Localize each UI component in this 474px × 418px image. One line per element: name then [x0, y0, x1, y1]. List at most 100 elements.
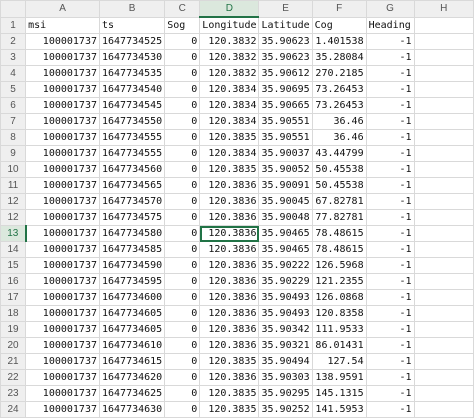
- cell-a[interactable]: 100001737: [25, 321, 100, 338]
- cell-a[interactable]: 100001737: [25, 305, 100, 322]
- cell-d[interactable]: 120.3832: [199, 33, 260, 50]
- cell-h[interactable]: [413, 16, 474, 34]
- cell-e[interactable]: 35.90229: [258, 273, 313, 290]
- cell-a[interactable]: 100001737: [25, 241, 100, 258]
- cell-b[interactable]: 1647734555: [98, 145, 166, 162]
- cell-e[interactable]: 35.90052: [258, 161, 313, 178]
- cell-c[interactable]: 0: [164, 289, 201, 306]
- cell-e[interactable]: 35.90321: [258, 337, 313, 354]
- cell-e[interactable]: 35.90048: [258, 209, 313, 226]
- column-header-e[interactable]: E: [258, 0, 313, 18]
- cell-a[interactable]: 100001737: [25, 81, 100, 98]
- row-header[interactable]: 13: [0, 225, 27, 242]
- cell-h[interactable]: [413, 129, 474, 146]
- cell-b[interactable]: 1647734535: [98, 65, 166, 82]
- row-header[interactable]: 23: [0, 385, 27, 402]
- cell-f[interactable]: 78.48615: [311, 241, 367, 258]
- row-header[interactable]: 5: [0, 81, 27, 98]
- cell-a[interactable]: 100001737: [25, 369, 100, 386]
- cell-b[interactable]: 1647734540: [98, 81, 166, 98]
- cell-c[interactable]: 0: [164, 129, 201, 146]
- cell-f[interactable]: 111.9533: [311, 321, 367, 338]
- cell-d[interactable]: 120.3834: [199, 113, 260, 130]
- cell-h[interactable]: [413, 353, 474, 370]
- row-header[interactable]: 21: [0, 353, 27, 370]
- cell-c[interactable]: 0: [164, 385, 201, 402]
- cell-g[interactable]: -1: [365, 81, 415, 98]
- cell-g[interactable]: -1: [365, 113, 415, 130]
- cell-g[interactable]: -1: [365, 209, 415, 226]
- cell-f[interactable]: 126.5968: [311, 257, 367, 274]
- cell-d[interactable]: 120.3836: [199, 289, 260, 306]
- cell-b[interactable]: 1647734620: [98, 369, 166, 386]
- cell-c[interactable]: 0: [164, 369, 201, 386]
- cell-d[interactable]: 120.3836: [199, 209, 260, 226]
- cell-a[interactable]: 100001737: [25, 65, 100, 82]
- cell-e[interactable]: 35.90222: [258, 257, 313, 274]
- cell-a[interactable]: 100001737: [25, 113, 100, 130]
- cell-g[interactable]: -1: [365, 193, 415, 210]
- row-header[interactable]: 24: [0, 401, 27, 418]
- cell-b[interactable]: 1647734600: [98, 289, 166, 306]
- cell-c[interactable]: 0: [164, 177, 201, 194]
- cell-g[interactable]: -1: [365, 241, 415, 258]
- cell-d[interactable]: 120.3836: [199, 321, 260, 338]
- cell-b[interactable]: 1647734605: [98, 321, 166, 338]
- row-header[interactable]: 16: [0, 273, 27, 290]
- cell-c[interactable]: 0: [164, 161, 201, 178]
- cell-h[interactable]: [413, 161, 474, 178]
- cell-e[interactable]: 35.90551: [258, 129, 313, 146]
- cell-g[interactable]: -1: [365, 97, 415, 114]
- cell-f[interactable]: 126.0868: [311, 289, 367, 306]
- cell-e[interactable]: 35.90665: [258, 97, 313, 114]
- cell-e[interactable]: 35.90303: [258, 369, 313, 386]
- cell-f[interactable]: 36.46: [311, 113, 367, 130]
- row-header[interactable]: 11: [0, 177, 27, 194]
- cell-d[interactable]: Longitude: [199, 16, 260, 34]
- cell-f[interactable]: 121.2355: [311, 273, 367, 290]
- cell-g[interactable]: -1: [365, 257, 415, 274]
- cell-g[interactable]: -1: [365, 337, 415, 354]
- cell-c[interactable]: 0: [164, 97, 201, 114]
- column-header-g[interactable]: G: [365, 0, 415, 18]
- cell-b[interactable]: 1647734580: [98, 225, 166, 242]
- cell-h[interactable]: [413, 209, 474, 226]
- cell-f[interactable]: 77.82781: [311, 209, 367, 226]
- cell-h[interactable]: [413, 273, 474, 290]
- cell-h[interactable]: [413, 305, 474, 322]
- cell-g[interactable]: -1: [365, 305, 415, 322]
- cell-f[interactable]: 35.28084: [311, 49, 367, 66]
- cell-c[interactable]: 0: [164, 113, 201, 130]
- cell-f[interactable]: 141.5953: [311, 401, 367, 418]
- cell-a[interactable]: 100001737: [25, 193, 100, 210]
- cell-c[interactable]: 0: [164, 257, 201, 274]
- cell-e[interactable]: 35.90494: [258, 353, 313, 370]
- cell-a[interactable]: 100001737: [25, 145, 100, 162]
- cell-d[interactable]: 120.3835: [199, 353, 260, 370]
- cell-g[interactable]: -1: [365, 385, 415, 402]
- row-header[interactable]: 17: [0, 289, 27, 306]
- cell-h[interactable]: [413, 193, 474, 210]
- cell-g[interactable]: -1: [365, 49, 415, 66]
- cell-d[interactable]: 120.3836: [199, 337, 260, 354]
- cell-f[interactable]: 127.54: [311, 353, 367, 370]
- cell-h[interactable]: [413, 97, 474, 114]
- cell-c[interactable]: 0: [164, 193, 201, 210]
- cell-f[interactable]: 78.48615: [311, 225, 367, 242]
- cell-g[interactable]: -1: [365, 289, 415, 306]
- cell-c[interactable]: 0: [164, 65, 201, 82]
- cell-d[interactable]: 120.3836: [199, 305, 260, 322]
- cell-h[interactable]: [413, 369, 474, 386]
- cell-e[interactable]: 35.90295: [258, 385, 313, 402]
- cell-h[interactable]: [413, 145, 474, 162]
- row-header[interactable]: 4: [0, 65, 27, 82]
- cell-c[interactable]: 0: [164, 145, 201, 162]
- cell-h[interactable]: [413, 225, 474, 242]
- cell-e[interactable]: Latitude: [258, 16, 313, 34]
- cell-e[interactable]: 35.90623: [258, 49, 313, 66]
- cell-a[interactable]: 100001737: [25, 209, 100, 226]
- cell-e[interactable]: 35.90493: [258, 289, 313, 306]
- cell-f[interactable]: 50.45538: [311, 161, 367, 178]
- cell-f[interactable]: 50.45538: [311, 177, 367, 194]
- cell-b[interactable]: 1647734595: [98, 273, 166, 290]
